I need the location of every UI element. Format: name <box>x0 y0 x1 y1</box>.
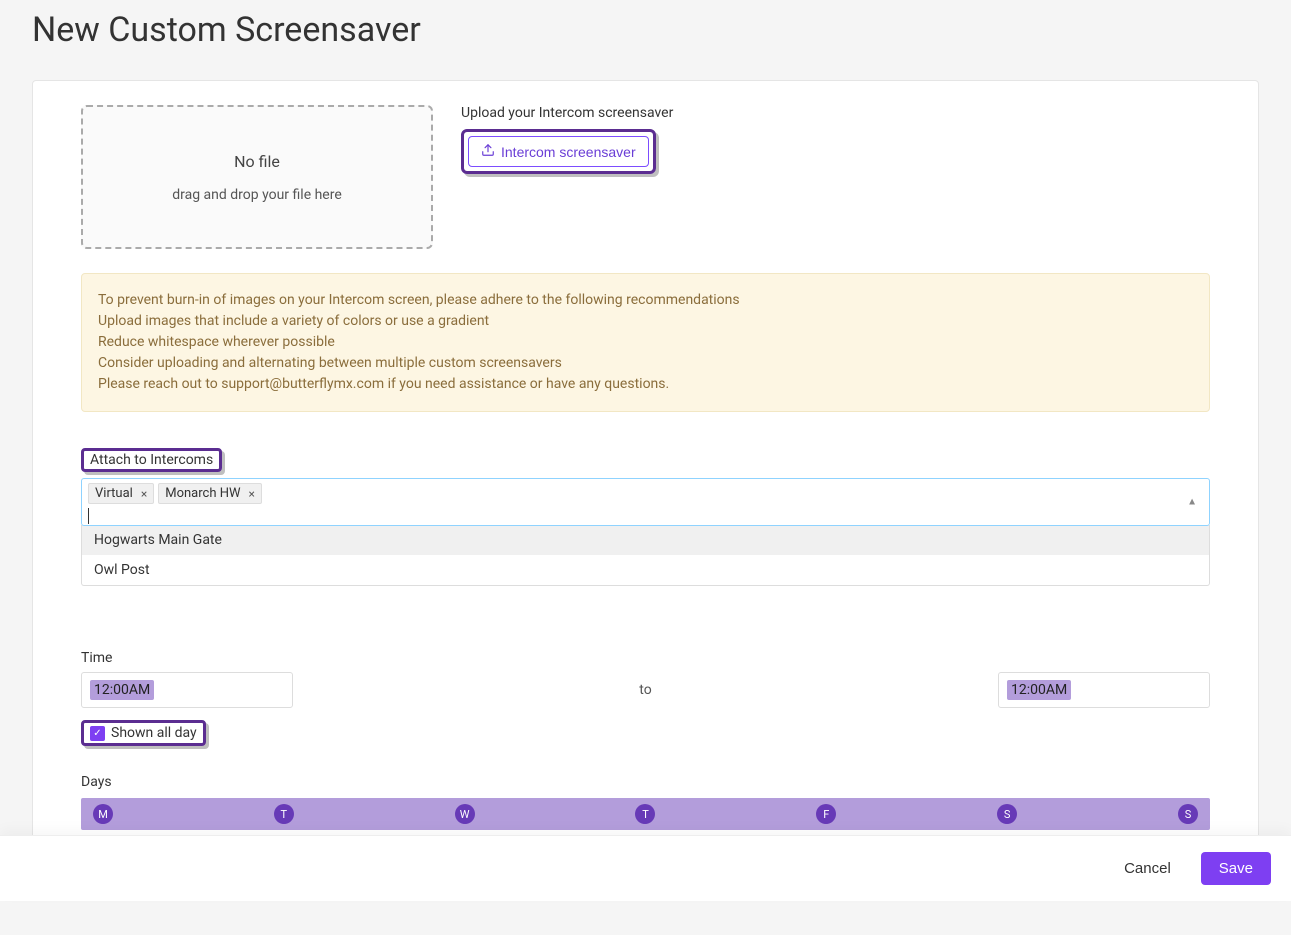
form-card: No file drag and drop your file here Upl… <box>32 80 1259 855</box>
intercom-option[interactable]: Hogwarts Main Gate <box>82 525 1209 555</box>
file-dropzone[interactable]: No file drag and drop your file here <box>81 105 433 249</box>
upload-button-label: Intercom screensaver <box>501 144 636 160</box>
attach-intercoms-multiselect[interactable]: Virtual × Monarch HW × ▲ <box>81 478 1210 526</box>
save-button[interactable]: Save <box>1201 852 1271 885</box>
collapse-icon[interactable]: ▲ <box>1187 497 1197 508</box>
day-toggle-sun[interactable]: S <box>1178 804 1198 824</box>
page-title: New Custom Screensaver <box>32 10 1259 50</box>
burn-in-warning-alert: To prevent burn-in of images on your Int… <box>81 273 1210 412</box>
shown-all-day-wrap[interactable]: ✓ Shown all day <box>81 720 206 746</box>
days-bar: M T W T F S S <box>81 798 1210 830</box>
upload-label: Upload your Intercom screensaver <box>461 105 1210 121</box>
day-toggle-mon[interactable]: M <box>93 804 113 824</box>
dropzone-title: No file <box>234 152 280 171</box>
selected-intercom-tag[interactable]: Monarch HW × <box>158 483 262 504</box>
day-toggle-wed[interactable]: W <box>455 804 475 824</box>
alert-line: Upload images that include a variety of … <box>98 311 1193 332</box>
time-label: Time <box>81 650 1210 666</box>
attach-to-intercoms-label: Attach to Intercoms <box>81 448 222 472</box>
time-to-value: 12:00AM <box>1007 680 1071 700</box>
upload-button-highlight: Intercom screensaver <box>461 129 656 174</box>
upload-intercom-screensaver-button[interactable]: Intercom screensaver <box>468 136 649 167</box>
remove-tag-icon[interactable]: × <box>249 487 255 501</box>
alert-line: Reduce whitespace wherever possible <box>98 332 1193 353</box>
intercom-option[interactable]: Owl Post <box>82 555 1209 585</box>
shown-all-day-label: Shown all day <box>111 725 197 741</box>
dropzone-hint: drag and drop your file here <box>172 187 342 203</box>
tag-label: Monarch HW <box>165 486 240 501</box>
days-label: Days <box>81 774 1210 790</box>
intercom-options-dropdown: Hogwarts Main Gate Owl Post <box>81 525 1210 586</box>
alert-line: Consider uploading and alternating betwe… <box>98 353 1193 374</box>
footer-actions: Cancel Save <box>0 835 1291 901</box>
time-from-input[interactable]: 12:00AM <box>81 672 293 708</box>
upload-icon <box>481 143 495 160</box>
time-to-label: to <box>293 682 998 698</box>
multiselect-text-input[interactable] <box>88 508 89 524</box>
day-toggle-sat[interactable]: S <box>997 804 1017 824</box>
time-to-input[interactable]: 12:00AM <box>998 672 1210 708</box>
day-toggle-tue[interactable]: T <box>274 804 294 824</box>
remove-tag-icon[interactable]: × <box>141 487 147 501</box>
selected-intercom-tag[interactable]: Virtual × <box>88 483 154 504</box>
day-toggle-fri[interactable]: F <box>816 804 836 824</box>
tag-label: Virtual <box>95 486 133 501</box>
alert-line: Please reach out to support@butterflymx.… <box>98 374 1193 395</box>
cancel-button[interactable]: Cancel <box>1114 852 1181 885</box>
alert-line: To prevent burn-in of images on your Int… <box>98 290 1193 311</box>
shown-all-day-checkbox[interactable]: ✓ <box>90 726 105 741</box>
time-from-value: 12:00AM <box>90 680 154 700</box>
day-toggle-thu[interactable]: T <box>635 804 655 824</box>
